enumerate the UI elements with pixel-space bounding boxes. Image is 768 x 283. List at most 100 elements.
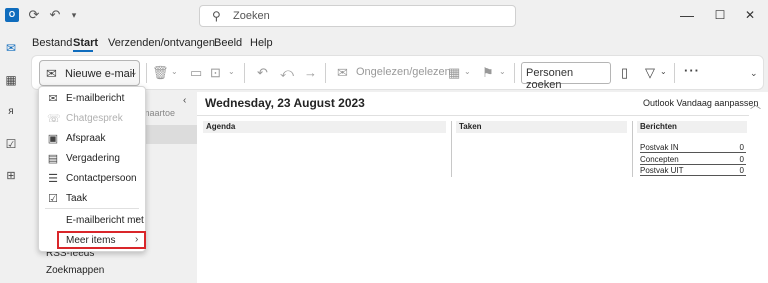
- menu-item-label: Taak: [66, 193, 88, 204]
- column-divider: [632, 121, 633, 177]
- collapse-pane-icon[interactable]: ‹: [183, 95, 186, 106]
- menu-item-label: E-mailbericht met: [66, 215, 144, 226]
- title-bar: O ⟳ ↶ ▾ ⚲ Zoeken — ☐ ✕: [0, 0, 768, 32]
- maximize-button[interactable]: ☐: [706, 5, 734, 25]
- active-tab-indicator: [73, 50, 93, 52]
- close-button[interactable]: ✕: [736, 5, 764, 25]
- app-rail: ✉ ▦ ᴙ ☑ ⊞: [0, 32, 22, 283]
- mail-icon[interactable]: ✉: [3, 40, 19, 56]
- highlight-box: [57, 231, 146, 249]
- contact-icon: ☰: [48, 173, 58, 185]
- menu-item-label: Vergadering: [66, 153, 120, 164]
- envelope-icon[interactable]: ✉: [337, 65, 348, 81]
- ribbon-separator: [514, 63, 515, 83]
- calendar-icon[interactable]: ▦: [3, 72, 19, 88]
- flag-icon[interactable]: ⚑: [482, 65, 494, 81]
- message-row-inbox[interactable]: Postvak IN 0: [640, 143, 746, 153]
- meeting-icon: ▤: [47, 153, 59, 165]
- apps-icon[interactable]: ⊞: [3, 168, 19, 184]
- message-row-drafts[interactable]: Concepten 0: [640, 155, 746, 165]
- tab-bestand[interactable]: Bestand: [32, 37, 72, 49]
- message-row-outbox[interactable]: Postvak UIT 0: [640, 166, 746, 176]
- agenda-column-header: Agenda: [203, 121, 446, 133]
- new-item-dropdown: ✉ E-mailbericht ☏ Chatgesprek ▣ Afspraak…: [38, 86, 146, 252]
- delete-icon[interactable]: 🗑: [152, 65, 169, 81]
- categorize-icon[interactable]: ▦: [448, 65, 460, 81]
- menu-item-appointment[interactable]: ▣ Afspraak: [39, 129, 145, 149]
- people-search-input[interactable]: Personen zoeken: [521, 62, 611, 91]
- message-row-label: Postvak UIT: [640, 166, 684, 175]
- message-row-label: Concepten: [640, 155, 679, 164]
- folder-zoekmappen[interactable]: Zoekmappen: [46, 265, 104, 276]
- ribbon-collapse-icon[interactable]: ⌄: [750, 68, 758, 79]
- reply-icon[interactable]: ↶: [257, 65, 268, 81]
- menu-separator: [45, 208, 139, 209]
- tasks-icon[interactable]: ☑: [3, 136, 19, 152]
- forward-icon[interactable]: →: [304, 65, 317, 80]
- menu-item-chat: ☏ Chatgesprek: [39, 109, 145, 129]
- move-chevron-icon[interactable]: ⌄: [228, 67, 235, 76]
- ribbon-separator: [325, 63, 326, 83]
- search-placeholder: Zoeken: [233, 10, 270, 22]
- move-icon[interactable]: ⊡: [210, 65, 221, 81]
- appointment-icon: ▣: [47, 133, 59, 145]
- undo-icon[interactable]: ↶: [47, 7, 63, 23]
- task-icon: ☑: [48, 193, 58, 205]
- chevron-right-icon: ›: [135, 214, 139, 225]
- people-search-label: Personen zoeken: [526, 67, 574, 91]
- message-row-count: 0: [739, 166, 744, 175]
- menu-item-email-with[interactable]: E-mailbericht met ›: [39, 211, 145, 231]
- menu-item-meeting[interactable]: ▤ Vergadering: [39, 149, 145, 169]
- outlook-app-icon: O: [5, 8, 19, 22]
- new-mail-button[interactable]: ✉ Nieuwe e-mail ⌄: [39, 60, 140, 86]
- menu-item-contact[interactable]: ☰ Contactpersoon: [39, 169, 145, 189]
- address-book-icon[interactable]: ▯: [621, 65, 628, 81]
- messages-column-header: Berichten: [637, 121, 747, 133]
- tab-help[interactable]: Help: [250, 37, 273, 49]
- outlook-today-pane: Wednesday, 23 August 2023 Outlook Vandaa…: [197, 92, 768, 283]
- folder-partial-label: maartoe: [142, 108, 176, 118]
- more-options-button[interactable]: ···: [684, 63, 700, 78]
- delete-chevron-icon[interactable]: ⌄: [171, 67, 178, 76]
- menu-item-label: Chatgesprek: [66, 113, 123, 124]
- tasks-column-header: Taken: [456, 121, 627, 133]
- people-icon[interactable]: ᴙ: [3, 104, 19, 120]
- ribbon-separator: [146, 63, 147, 83]
- message-row-label: Postvak IN: [640, 143, 679, 152]
- ribbon-separator: [674, 63, 675, 83]
- menu-item-label: Afspraak: [66, 133, 106, 144]
- menu-item-email-message[interactable]: ✉ E-mailbericht: [39, 89, 145, 109]
- chevron-down-icon[interactable]: ⌄: [130, 67, 138, 78]
- minimize-button[interactable]: —: [673, 5, 701, 25]
- menu-item-label: E-mailbericht: [66, 93, 125, 104]
- message-row-count: 0: [739, 155, 744, 164]
- search-input[interactable]: ⚲ Zoeken: [199, 5, 516, 27]
- read-unread-button[interactable]: Ongelezen/gelezen: [356, 66, 451, 78]
- compose-icon: ✉: [46, 66, 57, 81]
- new-mail-label: Nieuwe e-mail: [65, 68, 135, 80]
- chat-icon: ☏: [47, 113, 61, 125]
- customize-quick-access-icon[interactable]: ▾: [66, 7, 82, 23]
- tab-start[interactable]: Start: [73, 37, 98, 49]
- menu-item-task[interactable]: ☑ Taak: [39, 189, 145, 209]
- refresh-icon[interactable]: ⟳: [26, 7, 42, 23]
- scroll-up-icon[interactable]: ︿: [750, 96, 761, 112]
- archive-icon[interactable]: ▭: [190, 65, 202, 81]
- header-divider: [197, 115, 749, 116]
- mail-icon: ✉: [48, 93, 58, 105]
- ribbon: ✉ Nieuwe e-mail ⌄ 🗑 ⌄ ▭ ⊡ ⌄ ↶ ⤺ → ✉ Onge…: [31, 55, 764, 91]
- menu-item-label: Contactpersoon: [66, 173, 137, 184]
- tab-verzenden-ontvangen[interactable]: Verzenden/ontvangen: [108, 37, 215, 49]
- menu-bar: Bestand Start Verzenden/ontvangen Beeld …: [22, 32, 768, 54]
- message-row-count: 0: [739, 143, 744, 152]
- categorize-chevron-icon[interactable]: ⌄: [464, 67, 471, 76]
- filter-icon[interactable]: ▽: [645, 65, 655, 81]
- search-icon: ⚲: [212, 9, 221, 23]
- column-divider: [451, 121, 452, 177]
- tab-beeld[interactable]: Beeld: [214, 37, 242, 49]
- ribbon-separator: [244, 63, 245, 83]
- flag-chevron-icon[interactable]: ⌄: [499, 67, 506, 76]
- reply-all-icon[interactable]: ⤺: [280, 65, 294, 81]
- date-header: Wednesday, 23 August 2023: [205, 96, 365, 110]
- filter-chevron-icon[interactable]: ⌄: [660, 67, 667, 76]
